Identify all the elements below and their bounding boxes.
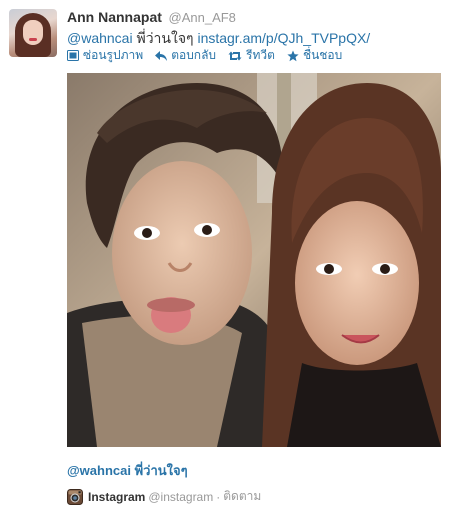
star-icon (287, 50, 299, 62)
avatar-face (23, 20, 43, 45)
retweet-icon (228, 51, 242, 61)
mention-link[interactable]: @wahncai (67, 30, 133, 46)
media-attribution: Instagram @instagram · ติดตาม (67, 487, 261, 506)
favorite-button[interactable]: ชื่นชอบ (287, 46, 342, 65)
tweet-actions: ซ่อนรูปภาพ ตอบกลับ รีทวีต ชื่นชอบ (67, 46, 354, 65)
caption-mention[interactable]: @wahncai (67, 463, 131, 478)
avatar-lips (29, 38, 37, 41)
tweet-photo[interactable] (67, 73, 441, 447)
tweet: Ann Nannapat @Ann_AF8 @wahncai พี่ว่านใจ… (0, 0, 458, 510)
reply-button[interactable]: ตอบกลับ (155, 46, 216, 65)
instagram-handle[interactable]: @instagram (148, 490, 213, 504)
photo-caption: @wahncai พี่ว่านใจๆ (67, 460, 188, 481)
favorite-label: ชื่นชอบ (302, 48, 343, 62)
avatar[interactable] (9, 9, 57, 57)
follow-button[interactable]: ติดตาม (223, 487, 261, 506)
user-fullname[interactable]: Ann Nannapat (67, 9, 162, 25)
retweet-label: รีทวีต (246, 48, 275, 62)
user-username[interactable]: @Ann_AF8 (169, 10, 236, 25)
photo-icon (67, 50, 79, 61)
instagram-icon[interactable] (67, 488, 83, 505)
hide-photo-button[interactable]: ซ่อนรูปภาพ (67, 46, 143, 65)
reply-icon (155, 50, 168, 61)
hide-photo-label: ซ่อนรูปภาพ (83, 48, 144, 62)
caption-text[interactable]: พี่ว่านใจๆ (135, 463, 188, 478)
tweet-body: พี่ว่านใจๆ (136, 30, 194, 46)
reply-label: ตอบกลับ (171, 48, 217, 62)
retweet-button[interactable]: รีทวีต (228, 46, 275, 65)
attribution-separator: · (216, 489, 221, 504)
instagram-name[interactable]: Instagram (88, 490, 145, 504)
instagram-link[interactable]: instagr.am/p/QJh_TVPpQX/ (197, 30, 370, 46)
tweet-header: Ann Nannapat @Ann_AF8 (67, 9, 236, 25)
